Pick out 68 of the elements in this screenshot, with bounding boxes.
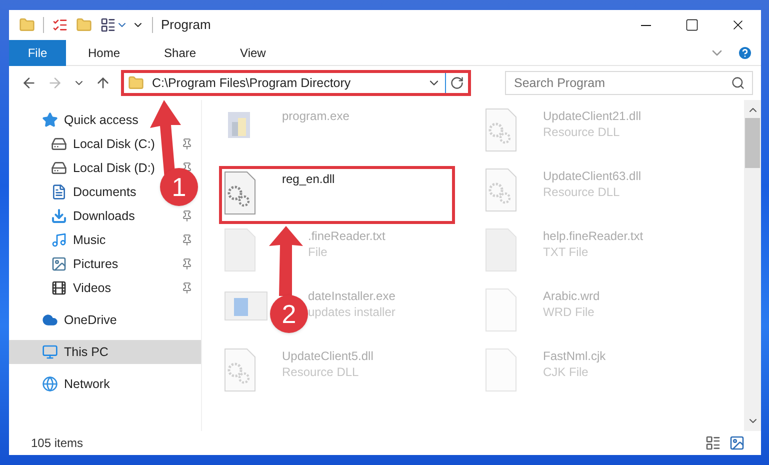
globe-icon <box>42 376 58 392</box>
file-icon <box>224 228 256 272</box>
arrow-drawing <box>266 224 306 296</box>
sidebar-item[interactable]: Videos <box>73 278 111 298</box>
properties-icon[interactable] <box>52 17 68 33</box>
help-icon[interactable] <box>737 44 753 60</box>
ribbon-tab[interactable]: Share <box>142 40 218 66</box>
pin-icon[interactable] <box>181 282 193 294</box>
ribbon-tab[interactable]: Home <box>66 40 142 66</box>
sidebar-item[interactable]: Downloads <box>73 206 135 226</box>
pin-icon[interactable] <box>181 258 193 270</box>
file-type: Resource DLL <box>543 124 621 140</box>
drive-icon <box>51 136 67 152</box>
file-type: updates installer <box>308 304 396 320</box>
music-note-icon <box>51 232 67 248</box>
gear-file-icon <box>485 168 517 212</box>
search-icon[interactable] <box>731 76 745 90</box>
search-field[interactable]: Search Program <box>505 71 753 95</box>
gear-file-icon <box>224 348 256 392</box>
window-title: Program <box>161 16 211 34</box>
pin-icon[interactable] <box>181 234 193 246</box>
folder-icon <box>128 75 144 91</box>
file-type: Resource DLL <box>282 364 360 380</box>
address-path: C:\Program Files\Program Directory <box>152 74 352 92</box>
up-icon[interactable] <box>95 75 111 91</box>
refresh-icon[interactable] <box>450 76 464 90</box>
scroll-thumb[interactable] <box>745 118 760 168</box>
minimize-icon <box>641 24 651 26</box>
monitor-icon <box>42 344 58 360</box>
file-icon <box>485 228 517 272</box>
sidebar-item[interactable]: Quick access <box>64 110 138 130</box>
pin-icon[interactable] <box>181 138 193 150</box>
cloud-icon <box>42 312 58 328</box>
file-type: File <box>308 244 328 260</box>
file-type: Resource DLL <box>543 184 621 200</box>
sidebar-item[interactable]: Network <box>64 374 110 394</box>
item-count: 105 items <box>31 435 84 452</box>
document-icon <box>51 184 67 200</box>
gear-file-icon <box>224 171 256 215</box>
file-icon <box>485 288 517 332</box>
file-type: CJK File <box>543 364 590 380</box>
sidebar-item[interactable]: Local Disk (D:) <box>73 158 155 178</box>
scrollbar[interactable] <box>744 100 761 431</box>
details-view-icon[interactable] <box>705 435 721 451</box>
film-icon <box>51 280 67 296</box>
file-type: TXT File <box>543 244 590 260</box>
sidebar-item[interactable]: Music <box>73 230 106 250</box>
gear-file-icon <box>485 108 517 152</box>
ribbon-tab[interactable]: File <box>9 40 66 66</box>
sidebar-item[interactable]: OneDrive <box>64 310 117 330</box>
drive-icon <box>51 160 67 176</box>
download-arrow-icon <box>51 208 67 224</box>
file-type: WRD File <box>543 304 596 320</box>
ribbon-tab[interactable]: View <box>218 40 288 66</box>
view-icon[interactable] <box>100 17 116 33</box>
address-bar[interactable]: C:\Program Files\Program Directory <box>121 70 471 96</box>
pin-icon[interactable] <box>181 210 193 222</box>
star-icon <box>42 112 58 128</box>
sidebar-item[interactable]: Pictures <box>73 254 118 274</box>
sidebar-item[interactable]: Documents <box>73 182 136 202</box>
picture-icon <box>51 256 67 272</box>
file-icon <box>485 348 517 392</box>
maximize-icon <box>685 18 699 32</box>
sidebar-item[interactable]: Local Disk (C:) <box>73 134 155 154</box>
sidebar-item[interactable]: This PC <box>9 340 201 364</box>
back-icon[interactable] <box>21 75 37 91</box>
large-icons-view-icon[interactable] <box>729 435 745 451</box>
file-name[interactable]: reg_en.dll <box>282 171 335 187</box>
